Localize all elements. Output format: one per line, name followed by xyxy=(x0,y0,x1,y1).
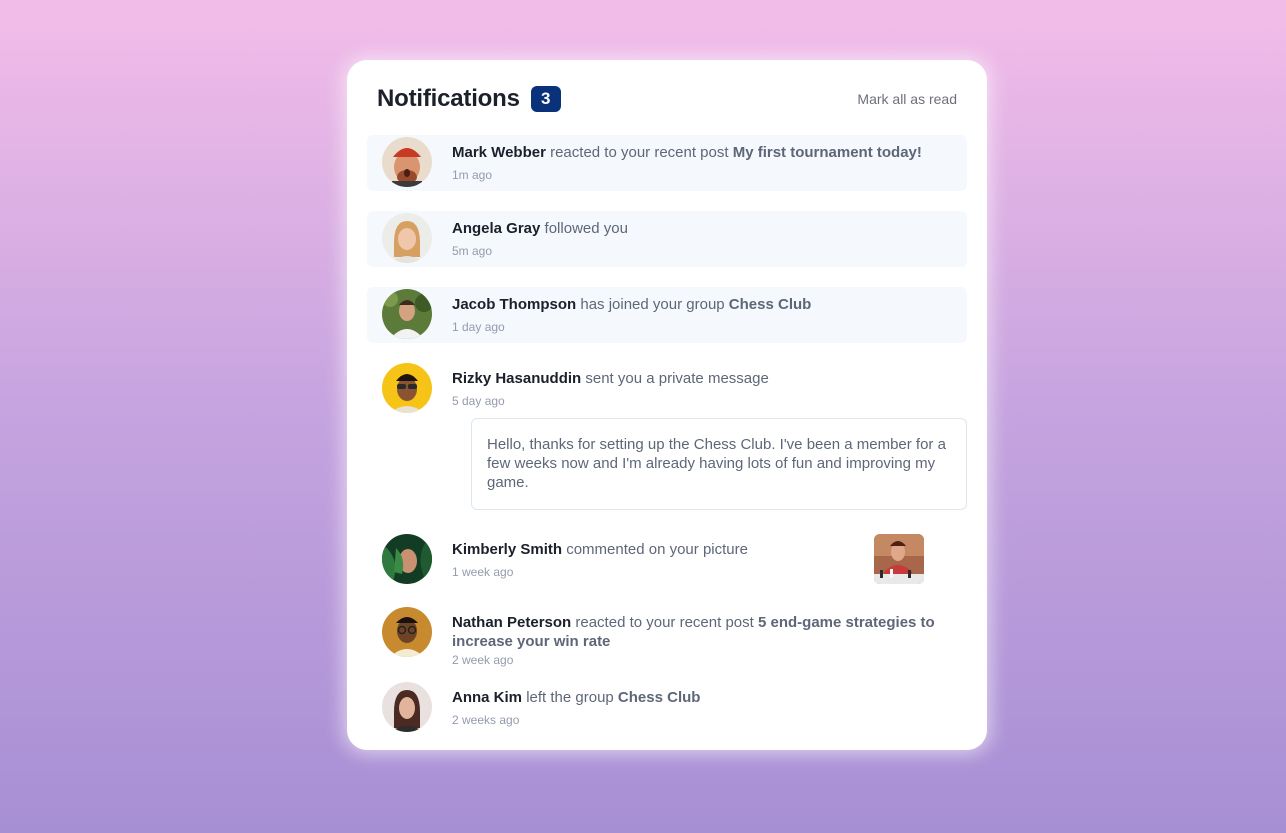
target-link[interactable]: My first tournament today! xyxy=(733,144,922,161)
avatar[interactable] xyxy=(382,534,432,584)
actor-name[interactable]: Jacob Thompson xyxy=(452,296,576,313)
avatar[interactable] xyxy=(382,682,432,732)
notification-content: Jacob Thompson has joined your group Che… xyxy=(452,295,947,335)
notification-item[interactable]: Mark Webber reacted to your recent post … xyxy=(367,135,967,191)
action-text: reacted to your recent post xyxy=(575,614,754,631)
timestamp: 1m ago xyxy=(452,168,493,182)
mark-all-as-read-button[interactable]: Mark all as read xyxy=(857,91,957,107)
timestamp: 2 weeks ago xyxy=(452,713,520,727)
actor-name[interactable]: Anna Kim xyxy=(452,689,522,706)
timestamp: 1 week ago xyxy=(452,565,514,579)
notification-item[interactable]: Rizky Hasanuddin sent you a private mess… xyxy=(367,361,967,511)
notification-content: Kimberly Smith commented on your picture… xyxy=(452,540,947,580)
avatar[interactable] xyxy=(382,289,432,339)
notifications-header: Notifications 3 Mark all as read xyxy=(377,84,957,114)
private-message[interactable]: Hello, thanks for setting up the Chess C… xyxy=(471,418,967,510)
timestamp: 1 day ago xyxy=(452,320,505,334)
action-text: reacted to your recent post xyxy=(550,144,729,161)
unread-count-badge: 3 xyxy=(530,86,561,112)
actor-name[interactable]: Angela Gray xyxy=(452,220,540,237)
commented-picture-thumbnail[interactable] xyxy=(874,534,924,584)
avatar[interactable] xyxy=(382,607,432,657)
actor-name[interactable]: Kimberly Smith xyxy=(452,541,562,558)
timestamp: 5 day ago xyxy=(452,394,505,408)
target-link[interactable]: Chess Club xyxy=(729,296,812,313)
action-text: left the group xyxy=(526,689,614,706)
notifications-card: Notifications 3 Mark all as read Mark We… xyxy=(347,60,987,750)
actor-name[interactable]: Nathan Peterson xyxy=(452,614,571,631)
notification-content: Rizky Hasanuddin sent you a private mess… xyxy=(452,369,947,409)
target-link[interactable]: Chess Club xyxy=(618,689,701,706)
action-text: commented on your picture xyxy=(566,541,748,558)
timestamp: 5m ago xyxy=(452,244,493,258)
actor-name[interactable]: Mark Webber xyxy=(452,144,546,161)
avatar[interactable] xyxy=(382,137,432,187)
timestamp: 2 week ago xyxy=(452,653,514,667)
avatar[interactable] xyxy=(382,363,432,413)
action-text: has joined your group xyxy=(580,296,725,313)
notification-item[interactable]: Nathan Peterson reacted to your recent p… xyxy=(367,605,967,669)
page-title: Notifications xyxy=(377,85,520,112)
notification-content: Angela Gray followed you 5m ago xyxy=(452,219,947,259)
notification-content: Nathan Peterson reacted to your recent p… xyxy=(452,613,947,668)
notification-content: Mark Webber reacted to your recent post … xyxy=(452,143,947,183)
notification-item[interactable]: Kimberly Smith commented on your picture… xyxy=(367,532,967,588)
notification-item[interactable]: Angela Gray followed you 5m ago xyxy=(367,211,967,267)
title-group: Notifications 3 xyxy=(377,85,561,113)
notification-item[interactable]: Jacob Thompson has joined your group Che… xyxy=(367,287,967,343)
avatar[interactable] xyxy=(382,213,432,263)
action-text: sent you a private message xyxy=(585,370,769,387)
actor-name[interactable]: Rizky Hasanuddin xyxy=(452,370,581,387)
notification-item[interactable]: Anna Kim left the group Chess Club 2 wee… xyxy=(367,680,967,736)
action-text: followed you xyxy=(544,220,628,237)
notification-content: Anna Kim left the group Chess Club 2 wee… xyxy=(452,688,947,728)
